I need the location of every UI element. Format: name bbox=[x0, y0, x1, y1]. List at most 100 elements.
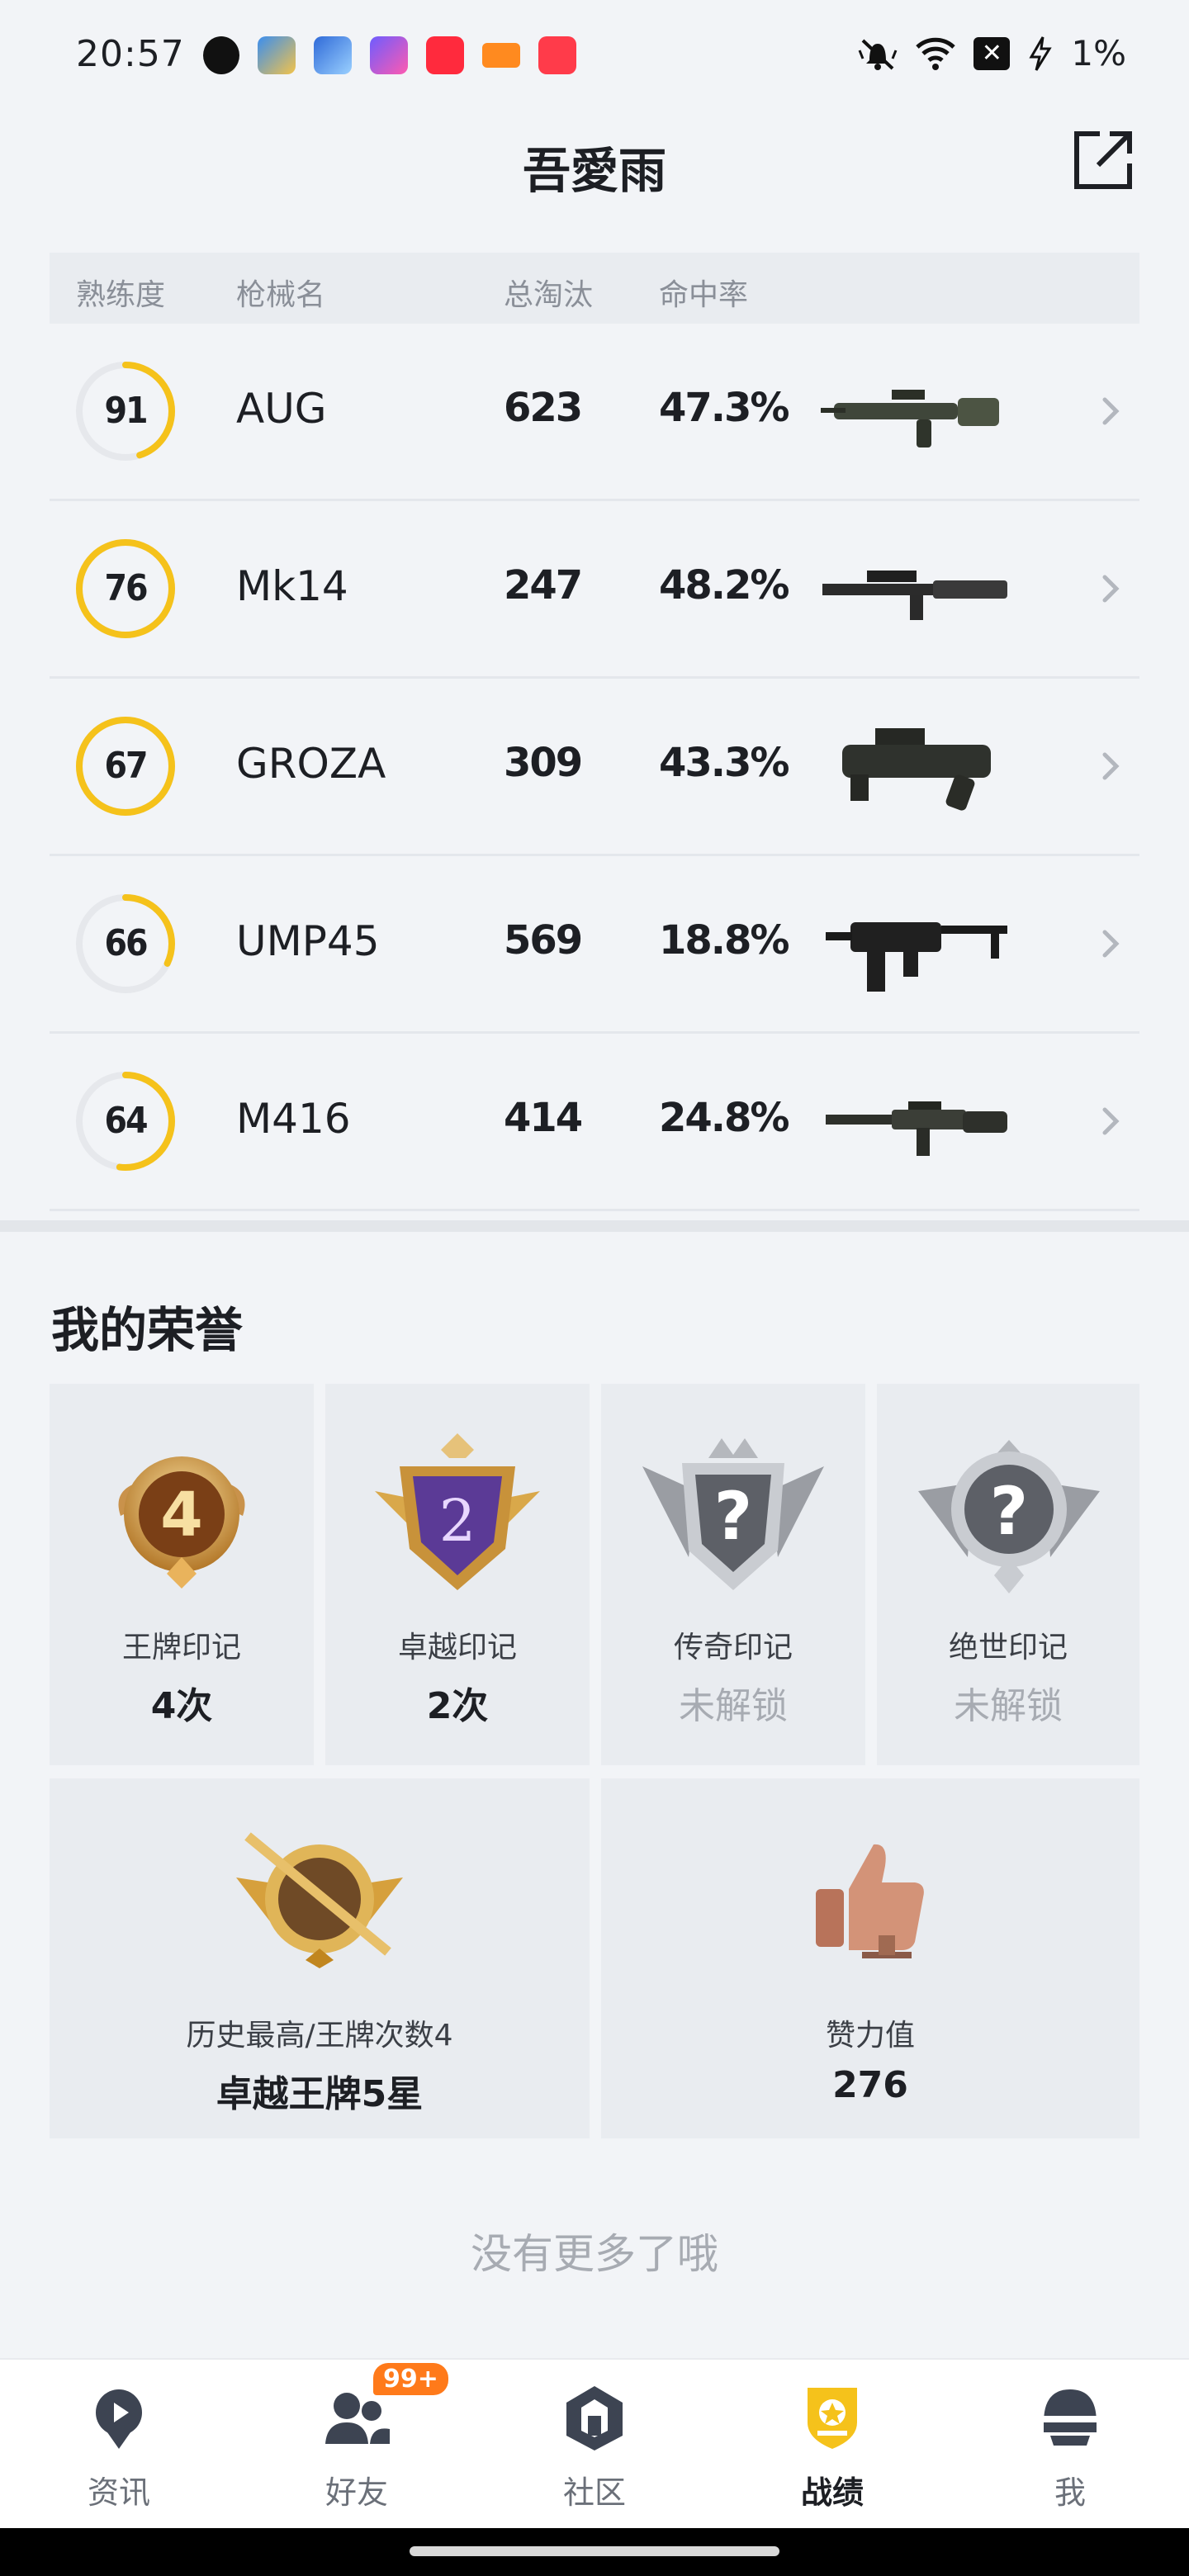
aug-rifle-icon bbox=[821, 390, 999, 447]
news-icon bbox=[96, 2389, 142, 2449]
weapon-total-kills: 247 bbox=[504, 562, 583, 608]
thumbs-up-trophy-icon bbox=[816, 1844, 924, 1958]
share-external-icon[interactable] bbox=[1070, 127, 1136, 193]
wifi-icon bbox=[916, 37, 956, 70]
nav-label: 战绩 bbox=[800, 2474, 864, 2511]
friends-notification-badge: 99+ bbox=[373, 2363, 448, 2395]
ace-mark-badge-text: 4 bbox=[160, 1480, 203, 1551]
legend-mark-locked-badge-icon: ? bbox=[642, 1438, 824, 1590]
ace-tier-badge-icon bbox=[236, 1832, 403, 1968]
end-of-list-text: 没有更多了哦 bbox=[471, 2230, 718, 2278]
chevron-right-icon bbox=[1102, 397, 1120, 425]
gesture-navigation-area bbox=[0, 2528, 1189, 2576]
weapon-total-kills: 309 bbox=[504, 740, 583, 786]
honor-value: 未解锁 bbox=[954, 1685, 1063, 1727]
honor-section-title: 我的荣誉 bbox=[51, 1302, 244, 1358]
honor-label: 赞力值 bbox=[825, 2019, 915, 2053]
weapon-row[interactable]: 64 M416 414 24.8% bbox=[50, 1034, 1139, 1211]
honor-value: 卓越王牌5星 bbox=[216, 2073, 424, 2115]
star-app-icon bbox=[370, 36, 408, 74]
weapon-row[interactable]: 67 GROZA 309 43.3% bbox=[50, 679, 1139, 856]
honor-label: 绝世印记 bbox=[948, 1631, 1068, 1664]
nav-label: 我 bbox=[1054, 2474, 1086, 2511]
nav-label: 资讯 bbox=[87, 2474, 150, 2511]
nav-label: 社区 bbox=[562, 2474, 626, 2511]
honor-value: 2次 bbox=[426, 1685, 489, 1727]
weapon-name: UMP45 bbox=[236, 917, 380, 965]
nav-item-friends[interactable]: 99+ 好友 bbox=[238, 2360, 476, 2530]
nav-label: 好友 bbox=[324, 2474, 388, 2511]
honor-card-peerless-mark[interactable]: ? 绝世印记 未解锁 bbox=[877, 1384, 1139, 1765]
weapon-row[interactable]: 76 Mk14 247 48.2% bbox=[50, 501, 1139, 679]
column-header-total-kills: 总淘汰 bbox=[504, 278, 594, 312]
profile-helmet-icon bbox=[1042, 2389, 1098, 2446]
honor-label: 王牌印记 bbox=[121, 1631, 241, 1664]
bottom-nav: 资讯 99+ 好友 社区 战绩 我 bbox=[0, 2358, 1189, 2530]
chevron-right-icon bbox=[1102, 575, 1120, 603]
proficiency-value: 66 bbox=[104, 922, 148, 964]
honor-label: 传奇印记 bbox=[673, 1631, 793, 1664]
weapon-accuracy: 47.3% bbox=[659, 385, 790, 431]
weapon-name: Mk14 bbox=[236, 562, 348, 610]
peerless-mark-badge-text: ? bbox=[990, 1473, 1028, 1550]
page-title: 吾愛雨 bbox=[522, 143, 666, 199]
nav-item-profile[interactable]: 我 bbox=[951, 2360, 1189, 2530]
column-header-accuracy: 命中率 bbox=[659, 278, 749, 312]
weapon-accuracy: 24.8% bbox=[659, 1095, 790, 1141]
status-time: 20:57 bbox=[76, 33, 185, 75]
notification-icons bbox=[203, 36, 576, 74]
status-bar: 20:57 ✕ 1% bbox=[0, 0, 1189, 116]
music-app-icon bbox=[426, 36, 464, 74]
honor-label: 历史最高/王牌次数4 bbox=[186, 2019, 453, 2053]
honor-card-likes[interactable]: 赞力值 276 bbox=[601, 1778, 1139, 2138]
excellence-mark-badge-text: 2 bbox=[439, 1487, 476, 1555]
honor-card-ace-mark[interactable]: 4 王牌印记 4次 bbox=[50, 1384, 314, 1765]
honor-card-highest-tier[interactable]: 历史最高/王牌次数4 卓越王牌5星 bbox=[50, 1778, 590, 2138]
chevron-right-icon bbox=[1102, 1107, 1120, 1135]
chevron-right-icon bbox=[1102, 930, 1120, 958]
groza-rifle-icon bbox=[842, 728, 991, 811]
wechat-icon bbox=[203, 36, 239, 74]
weapon-total-kills: 569 bbox=[504, 917, 583, 964]
weapon-name: AUG bbox=[236, 385, 327, 433]
ump45-smg-icon bbox=[826, 922, 1007, 992]
community-icon bbox=[566, 2386, 623, 2451]
system-icons: ✕ 1% bbox=[858, 33, 1126, 73]
section-divider bbox=[0, 1220, 1189, 1232]
record-icon bbox=[808, 2388, 857, 2449]
honor-card-legend-mark[interactable]: ? 传奇印记 未解锁 bbox=[601, 1384, 865, 1765]
weapon-accuracy: 43.3% bbox=[659, 740, 790, 786]
nav-item-record[interactable]: 战绩 bbox=[713, 2360, 951, 2530]
proficiency-value: 64 bbox=[104, 1100, 148, 1142]
battery-percent: 1% bbox=[1071, 33, 1126, 73]
mk14-rifle-icon bbox=[822, 571, 1007, 620]
chevron-right-icon bbox=[1102, 752, 1120, 780]
column-header-proficiency: 熟练度 bbox=[76, 278, 166, 312]
weapon-accuracy: 18.8% bbox=[659, 917, 790, 964]
table-header: 熟练度 枪械名 总淘汰 命中率 bbox=[50, 253, 1139, 324]
honor-value: 未解锁 bbox=[679, 1685, 788, 1727]
peerless-mark-locked-badge-icon: ? bbox=[918, 1440, 1100, 1593]
game-app-icon bbox=[258, 36, 296, 74]
weapon-total-kills: 414 bbox=[504, 1095, 583, 1141]
proficiency-value: 76 bbox=[104, 567, 148, 609]
game-app-icon bbox=[482, 43, 520, 68]
legend-mark-badge-text: ? bbox=[714, 1478, 752, 1555]
gesture-bar[interactable] bbox=[410, 2546, 779, 2556]
column-header-weapon-name: 枪械名 bbox=[236, 278, 326, 312]
proficiency-value: 91 bbox=[104, 390, 148, 432]
nav-item-news[interactable]: 资讯 bbox=[0, 2360, 238, 2530]
weapon-accuracy: 48.2% bbox=[659, 562, 790, 608]
weapon-row[interactable]: 66 UMP45 569 18.8% bbox=[50, 856, 1139, 1034]
weapon-row[interactable]: 91 AUG 623 47.3% bbox=[50, 324, 1139, 501]
weapon-name: GROZA bbox=[236, 740, 386, 788]
honor-value: 4次 bbox=[150, 1685, 213, 1727]
proficiency-value: 67 bbox=[104, 745, 148, 787]
weapon-total-kills: 623 bbox=[504, 385, 583, 431]
honor-label: 卓越印记 bbox=[397, 1631, 517, 1664]
nav-item-community[interactable]: 社区 bbox=[476, 2360, 713, 2530]
honor-card-excellence-mark[interactable]: 2 卓越印记 2次 bbox=[325, 1384, 590, 1765]
m416-rifle-icon bbox=[826, 1101, 1007, 1156]
battery-x-icon: ✕ bbox=[973, 36, 1011, 70]
video-app-icon bbox=[538, 36, 576, 74]
